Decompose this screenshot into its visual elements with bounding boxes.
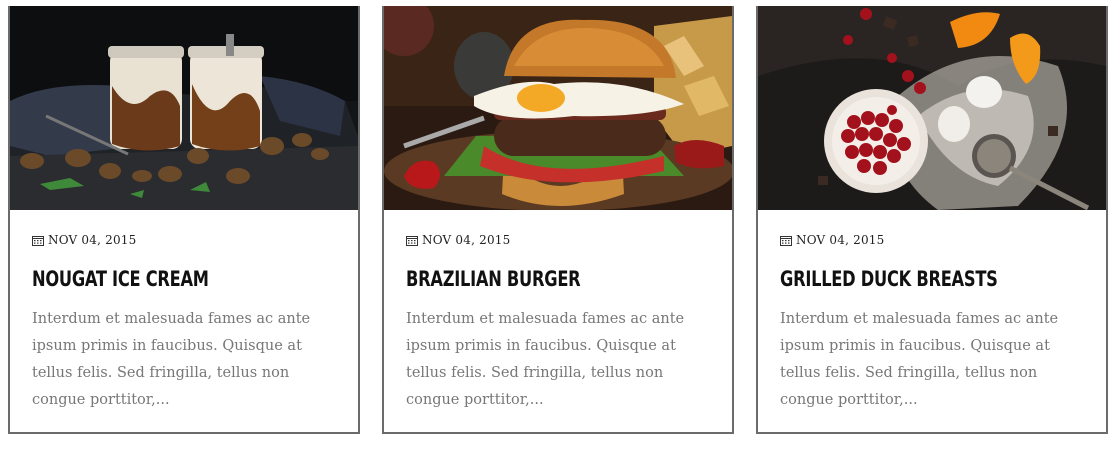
recipe-card[interactable]: NOV 04, 2015 BRAZILIAN BURGER Interdum e… <box>382 6 734 434</box>
card-title[interactable]: GRILLED DUCK BREASTS <box>780 266 1041 292</box>
calendar-icon <box>780 235 792 246</box>
card-excerpt: Interdum et malesuada fames ac ante ipsu… <box>406 311 685 408</box>
recipe-card[interactable]: NOV 04, 2015 GRILLED DUCK BREASTS Interd… <box>756 6 1108 434</box>
calendar-icon <box>32 235 44 246</box>
recipe-card-grid: NOV 04, 2015 NOUGAT ICE CREAM Interdum e… <box>0 0 1120 449</box>
card-image[interactable] <box>758 6 1106 210</box>
card-title[interactable]: NOUGAT ICE CREAM <box>32 266 293 292</box>
card-excerpt: Interdum et malesuada fames ac ante ipsu… <box>32 311 311 408</box>
card-image[interactable] <box>10 6 358 210</box>
post-date-text: NOV 04, 2015 <box>48 233 137 247</box>
post-date: NOV 04, 2015 <box>780 232 1084 248</box>
card-excerpt: Interdum et malesuada fames ac ante ipsu… <box>780 311 1059 408</box>
post-date: NOV 04, 2015 <box>32 232 336 248</box>
post-date-text: NOV 04, 2015 <box>796 233 885 247</box>
post-date-text: NOV 04, 2015 <box>422 233 511 247</box>
calendar-icon <box>406 235 418 246</box>
card-title[interactable]: BRAZILIAN BURGER <box>406 266 667 292</box>
card-image[interactable] <box>384 6 732 210</box>
recipe-card[interactable]: NOV 04, 2015 NOUGAT ICE CREAM Interdum e… <box>8 6 360 434</box>
post-date: NOV 04, 2015 <box>406 232 710 248</box>
